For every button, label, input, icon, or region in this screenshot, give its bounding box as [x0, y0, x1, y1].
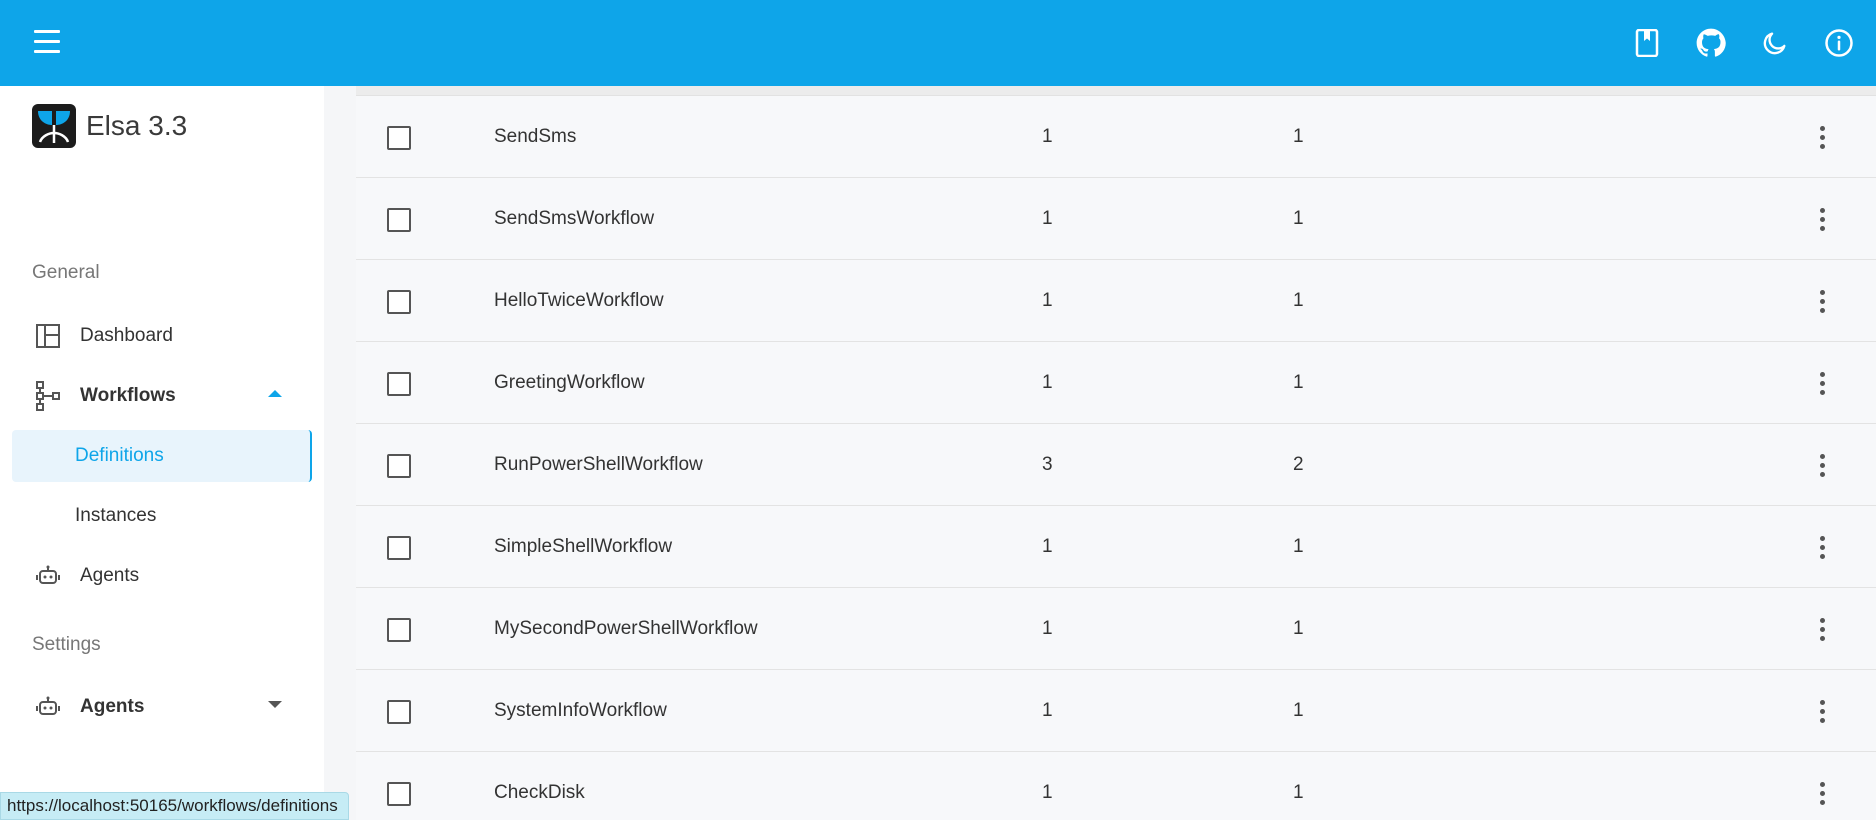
latest-version: 1: [1042, 781, 1053, 803]
workflow-name[interactable]: SendSmsWorkflow: [494, 208, 654, 230]
sidebar-item-workflows[interactable]: Workflows: [12, 370, 312, 422]
info-icon: [1825, 29, 1853, 57]
row-checkbox[interactable]: [387, 618, 411, 642]
published-version: 1: [1293, 125, 1304, 147]
row-checkbox[interactable]: [387, 372, 411, 396]
table-row[interactable]: GreetingWorkflow 1 1: [356, 342, 1876, 424]
info-button[interactable]: [1824, 28, 1854, 58]
more-vert-icon[interactable]: [1808, 368, 1836, 398]
more-vert-icon[interactable]: [1808, 614, 1836, 644]
published-version: 1: [1293, 617, 1304, 639]
workflow-name[interactable]: MySecondPowerShellWorkflow: [494, 618, 758, 640]
table-row[interactable]: SendSmsWorkflow 1 1: [356, 178, 1876, 260]
more-vert-icon[interactable]: [1808, 204, 1836, 234]
row-checkbox[interactable]: [387, 782, 411, 806]
latest-version: 1: [1042, 699, 1053, 721]
latest-version: 1: [1042, 371, 1053, 393]
latest-version: 1: [1042, 125, 1053, 147]
status-bar-url: https://localhost:50165/workflows/defini…: [0, 792, 349, 820]
app-bar: [0, 0, 1876, 86]
workflow-name[interactable]: HelloTwiceWorkflow: [494, 290, 664, 312]
more-vert-icon[interactable]: [1808, 778, 1836, 808]
workflow-definitions-table: SendSms 1 1 SendSmsWorkflow 1 1 HelloTwiceWork…: [356, 86, 1876, 820]
table-body: SendSms 1 1 SendSmsWorkflow 1 1 HelloTwiceWork…: [356, 96, 1876, 820]
workflow-name[interactable]: SendSms: [494, 126, 576, 148]
table-row[interactable]: HelloTwiceWorkflow 1 1: [356, 260, 1876, 342]
table-header-edge: [356, 86, 1876, 96]
sidebar-item-instances[interactable]: Instances: [12, 490, 312, 542]
app-bar-actions: [1632, 0, 1854, 86]
published-version: 1: [1293, 781, 1304, 803]
sidebar-item-label: Agents: [80, 565, 140, 586]
workflow-tree-icon: [34, 381, 62, 411]
more-vert-icon[interactable]: [1808, 286, 1836, 316]
sidebar-item-label: Definitions: [75, 445, 164, 466]
table-row[interactable]: RunPowerShellWorkflow 3 2: [356, 424, 1876, 506]
robot-icon: [34, 693, 62, 721]
published-version: 1: [1293, 699, 1304, 721]
github-icon: [1696, 28, 1726, 57]
moon-icon: [1763, 32, 1786, 55]
sidebar-item-dashboard[interactable]: Dashboard: [12, 310, 312, 362]
bookmark-book-icon: [1635, 29, 1659, 57]
table-row[interactable]: CheckDisk 1 1: [356, 752, 1876, 820]
workflow-name[interactable]: SimpleShellWorkflow: [494, 536, 672, 558]
table-row[interactable]: MySecondPowerShellWorkflow 1 1: [356, 588, 1876, 670]
sidebar-item-definitions[interactable]: Definitions: [12, 430, 312, 482]
latest-version: 1: [1042, 617, 1053, 639]
chevron-up-icon[interactable]: [268, 390, 282, 397]
published-version: 1: [1293, 207, 1304, 229]
row-checkbox[interactable]: [387, 454, 411, 478]
sidebar-item-label: Instances: [75, 505, 157, 526]
more-vert-icon[interactable]: [1808, 696, 1836, 726]
latest-version: 1: [1042, 535, 1053, 557]
row-checkbox[interactable]: [387, 126, 411, 150]
nav-section-general: General: [32, 262, 100, 283]
more-vert-icon[interactable]: [1808, 122, 1836, 152]
sidebar-item-label: Workflows: [80, 385, 176, 406]
workflow-name[interactable]: SystemInfoWorkflow: [494, 700, 667, 722]
latest-version: 3: [1042, 453, 1053, 475]
latest-version: 1: [1042, 207, 1053, 229]
row-checkbox[interactable]: [387, 290, 411, 314]
row-checkbox[interactable]: [387, 536, 411, 560]
theme-toggle-button[interactable]: [1760, 28, 1790, 58]
more-vert-icon[interactable]: [1808, 532, 1836, 562]
workflow-name[interactable]: RunPowerShellWorkflow: [494, 454, 703, 476]
row-checkbox[interactable]: [387, 700, 411, 724]
robot-icon: [34, 562, 62, 590]
workflow-name[interactable]: GreetingWorkflow: [494, 372, 645, 394]
chevron-down-icon[interactable]: [268, 701, 282, 708]
nav-section-settings: Settings: [32, 634, 101, 655]
published-version: 1: [1293, 289, 1304, 311]
github-button[interactable]: [1696, 28, 1726, 58]
published-version: 1: [1293, 535, 1304, 557]
latest-version: 1: [1042, 289, 1053, 311]
brand-name: Elsa 3.3: [86, 110, 188, 141]
sidebar: Elsa 3.3 General Dashboard Workflows Def…: [0, 86, 324, 820]
sidebar-item-label: Agents: [80, 696, 145, 717]
sidebar-item-agents[interactable]: Agents: [12, 550, 312, 602]
docs-button[interactable]: [1632, 28, 1662, 58]
more-vert-icon[interactable]: [1808, 450, 1836, 480]
hamburger-icon[interactable]: [34, 30, 62, 56]
table-row[interactable]: SendSms 1 1: [356, 96, 1876, 178]
row-checkbox[interactable]: [387, 208, 411, 232]
dashboard-icon: [34, 322, 62, 350]
table-row[interactable]: SystemInfoWorkflow 1 1: [356, 670, 1876, 752]
table-row[interactable]: SimpleShellWorkflow 1 1: [356, 506, 1876, 588]
published-version: 1: [1293, 371, 1304, 393]
brand[interactable]: Elsa 3.3: [32, 104, 187, 148]
sidebar-item-label: Dashboard: [80, 325, 173, 346]
elsa-logo-icon: [32, 104, 76, 148]
sidebar-item-settings-agents[interactable]: Agents: [12, 681, 312, 733]
workflow-name[interactable]: CheckDisk: [494, 782, 585, 804]
published-version: 2: [1293, 453, 1304, 475]
